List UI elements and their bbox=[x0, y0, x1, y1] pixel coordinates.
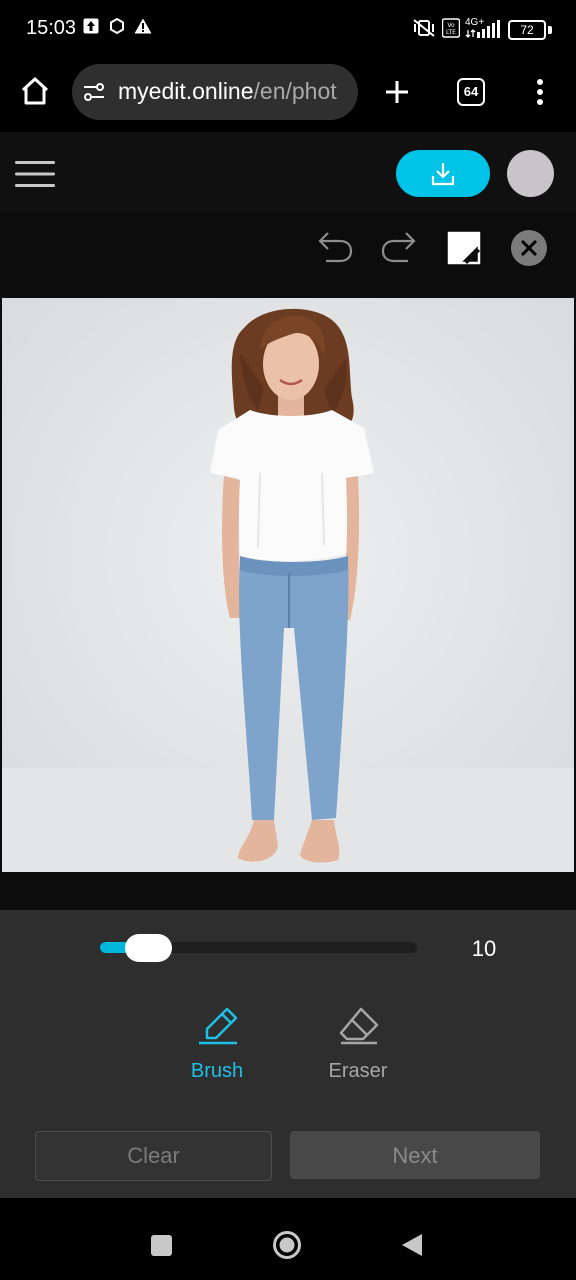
battery-icon: 72 bbox=[508, 20, 546, 40]
recent-apps-icon[interactable] bbox=[151, 1235, 172, 1256]
brush-tool-button[interactable]: Brush bbox=[167, 1000, 267, 1090]
next-button[interactable]: Next bbox=[290, 1131, 540, 1179]
browser-menu-icon[interactable] bbox=[532, 78, 548, 106]
redo-icon[interactable] bbox=[380, 230, 418, 264]
download-icon bbox=[431, 163, 455, 186]
eraser-icon bbox=[339, 1007, 379, 1045]
compare-icon[interactable] bbox=[446, 230, 482, 266]
url-text[interactable]: myedit.online/en/phot bbox=[118, 78, 337, 105]
vibrate-off-icon bbox=[413, 19, 435, 37]
site-settings-icon[interactable] bbox=[82, 80, 106, 104]
back-nav-icon[interactable] bbox=[401, 1233, 423, 1257]
home-icon[interactable] bbox=[20, 76, 50, 106]
upload-notification-icon bbox=[83, 18, 99, 34]
volte-icon: Vo LTE bbox=[442, 18, 460, 38]
clear-button[interactable]: Clear bbox=[35, 1131, 272, 1181]
svg-text:LTE: LTE bbox=[446, 29, 456, 36]
status-time: 15:03 bbox=[26, 17, 77, 39]
close-icon bbox=[520, 239, 538, 257]
photo-canvas[interactable] bbox=[2, 298, 574, 872]
undo-icon[interactable] bbox=[316, 230, 354, 264]
home-nav-icon[interactable] bbox=[272, 1230, 302, 1260]
brush-icon bbox=[199, 1007, 238, 1045]
warning-icon bbox=[134, 18, 152, 34]
edit-toolbar bbox=[0, 212, 576, 298]
brush-size-value: 10 bbox=[471, 936, 497, 961]
brush-size-slider-handle[interactable] bbox=[124, 934, 172, 962]
brush-tool-label: Brush bbox=[190, 1060, 244, 1082]
url-domain: myedit.online bbox=[118, 78, 254, 104]
url-path: /en/phot bbox=[253, 78, 337, 104]
tab-switcher-button[interactable]: 64 bbox=[457, 78, 485, 106]
signal-icon bbox=[465, 20, 500, 38]
battery-tip bbox=[548, 26, 552, 34]
hexagon-notification-icon bbox=[110, 18, 124, 34]
avatar[interactable] bbox=[507, 150, 554, 197]
woman-photo bbox=[2, 298, 574, 872]
eraser-tool-button[interactable]: Eraser bbox=[308, 1000, 408, 1090]
svg-text:Vo: Vo bbox=[447, 22, 455, 29]
hamburger-menu-icon[interactable] bbox=[15, 160, 55, 188]
eraser-tool-label: Eraser bbox=[328, 1060, 388, 1082]
new-tab-icon[interactable] bbox=[384, 79, 410, 105]
